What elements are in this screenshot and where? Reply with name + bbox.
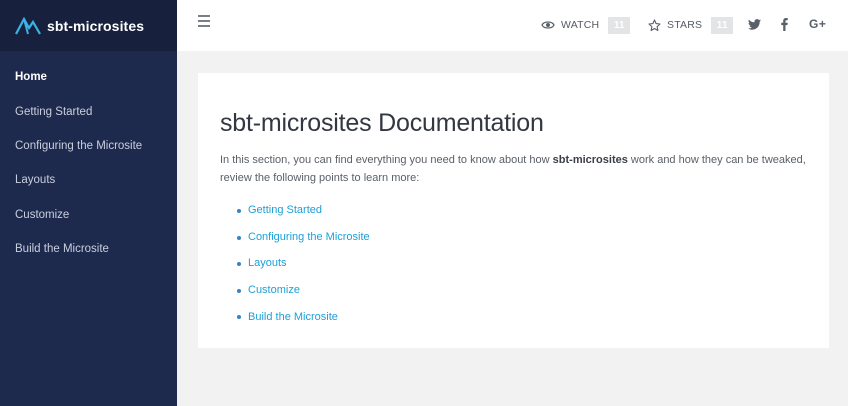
sidebar-item-home[interactable]: Home bbox=[0, 60, 177, 94]
sidebar-nav: Home Getting Started Configuring the Mic… bbox=[0, 60, 177, 266]
link-getting-started[interactable]: Getting Started bbox=[248, 204, 322, 216]
hamburger-icon[interactable] bbox=[198, 15, 210, 27]
top-bar: WATCH 11 STARS 11 G+ bbox=[177, 0, 848, 51]
brand-name: sbt-microsites bbox=[47, 17, 145, 34]
intro-paragraph: In this section, you can find everything… bbox=[220, 152, 807, 187]
eye-icon bbox=[541, 20, 555, 30]
sidebar-item-layouts[interactable]: Layouts bbox=[0, 163, 177, 197]
link-customize[interactable]: Customize bbox=[248, 284, 300, 296]
page-title: sbt-microsites Documentation bbox=[220, 109, 544, 137]
list-item: Layouts bbox=[237, 250, 807, 277]
list-item: Build the Microsite bbox=[237, 303, 807, 330]
doc-links-list: Getting Started Configuring the Microsit… bbox=[220, 197, 807, 330]
sidebar-item-build-the-microsite[interactable]: Build the Microsite bbox=[0, 232, 177, 266]
google-plus-icon[interactable]: G+ bbox=[809, 16, 826, 32]
content-card: sbt-microsites Documentation In this sec… bbox=[198, 73, 829, 348]
brand-header[interactable]: sbt-microsites bbox=[0, 0, 177, 51]
stars-label: STARS bbox=[667, 19, 703, 31]
facebook-icon[interactable] bbox=[781, 16, 788, 32]
sidebar-item-getting-started[interactable]: Getting Started bbox=[0, 94, 177, 128]
sidebar-item-configuring-the-microsite[interactable]: Configuring the Microsite bbox=[0, 129, 177, 163]
watch-label: WATCH bbox=[561, 19, 600, 31]
link-layouts[interactable]: Layouts bbox=[248, 257, 287, 269]
stars-count-badge: 11 bbox=[711, 16, 734, 34]
microsite-logo-icon bbox=[15, 16, 41, 35]
twitter-icon[interactable] bbox=[748, 16, 761, 32]
intro-text-start: In this section, you can find everything… bbox=[220, 154, 553, 166]
stars-button[interactable]: STARS 11 bbox=[648, 15, 734, 35]
link-build-the-microsite[interactable]: Build the Microsite bbox=[248, 311, 338, 323]
watch-button[interactable]: WATCH 11 bbox=[541, 15, 631, 35]
star-icon bbox=[648, 18, 661, 32]
link-configuring-the-microsite[interactable]: Configuring the Microsite bbox=[248, 231, 370, 243]
list-item: Customize bbox=[237, 277, 807, 304]
watch-count-badge: 11 bbox=[608, 16, 631, 34]
intro-text-bold: sbt-microsites bbox=[552, 154, 628, 166]
list-item: Getting Started bbox=[237, 197, 807, 224]
sidebar: sbt-microsites Home Getting Started Conf… bbox=[0, 0, 177, 406]
list-item: Configuring the Microsite bbox=[237, 224, 807, 251]
sidebar-item-customize[interactable]: Customize bbox=[0, 198, 177, 232]
